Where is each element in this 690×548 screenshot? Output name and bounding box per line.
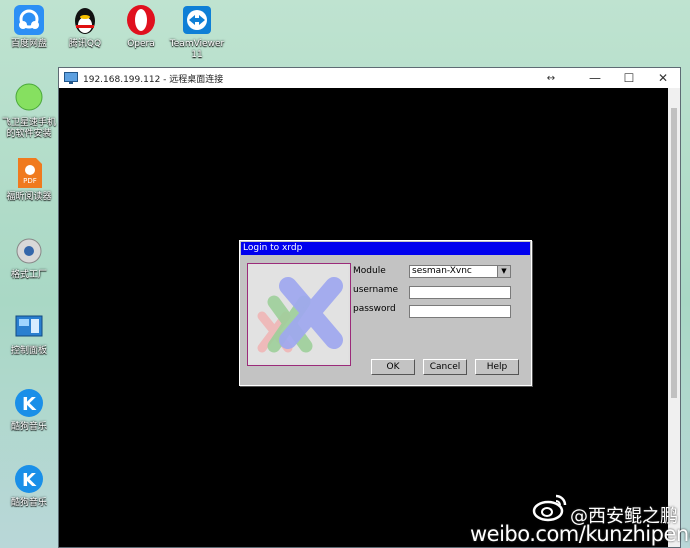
desktop-icon-label: 腾讯QQ (68, 39, 102, 49)
scrollbar-thumb[interactable] (671, 108, 677, 398)
desktop-icon-app-installer[interactable]: 飞卫星速手机的软件安装 (0, 82, 58, 140)
green-circle-icon (12, 82, 46, 116)
desktop-icon-kugou[interactable]: K 酷狗音乐 (0, 386, 58, 433)
password-label: password (353, 304, 396, 314)
vertical-scrollbar[interactable] (668, 88, 680, 547)
desktop-icon-label: Opera (127, 39, 155, 49)
weibo-logo-icon (532, 494, 567, 522)
desktop-icon-control-panel[interactable]: 控制面板 (0, 310, 58, 357)
baidu-cloud-icon (12, 3, 46, 37)
weibo-url: weibo.com/kunzhipeng (470, 522, 690, 546)
help-button[interactable]: Help (475, 359, 519, 375)
username-input[interactable] (409, 286, 511, 299)
desktop-icon-qq[interactable]: 腾讯QQ (56, 3, 114, 50)
kugou-icon: K (12, 462, 46, 496)
close-button[interactable]: ✕ (646, 68, 680, 88)
pdf-reader-icon: PDF (12, 156, 46, 190)
desktop-icon-opera[interactable]: Opera (112, 3, 170, 50)
maximize-button[interactable]: ☐ (612, 68, 646, 88)
desktop-icon-label: 酷狗音乐 (10, 422, 47, 432)
desktop-icon-teamviewer[interactable]: TeamViewer 11 (168, 3, 226, 61)
desktop-icon-kugou-2[interactable]: K 酷狗音乐 (0, 462, 58, 509)
dialog-titlebar: Login to xrdp (241, 242, 530, 255)
svg-text:K: K (22, 470, 37, 491)
desktop-icon-baidu-netdisk[interactable]: 百度网盘 (0, 3, 58, 50)
weibo-watermark: @西安鲲之鹏 weibo.com/kunzhipeng (470, 494, 690, 548)
opera-icon (124, 3, 158, 37)
username-label: username (353, 285, 398, 295)
desktop-icon-label: 百度网盘 (10, 39, 47, 49)
xrdp-logo (247, 263, 351, 366)
format-factory-icon (12, 234, 46, 268)
kugou-icon: K (12, 386, 46, 420)
teamviewer-icon (180, 3, 214, 37)
desktop-icon-label: TeamViewer 11 (169, 39, 225, 60)
module-label: Module (353, 266, 386, 276)
minimize-button[interactable]: — (578, 68, 612, 88)
window-titlebar[interactable]: 192.168.199.112 - 远程桌面连接 ↔ — ☐ ✕ (59, 68, 680, 88)
qq-penguin-icon (68, 3, 102, 37)
ok-button[interactable]: OK (371, 359, 415, 375)
desktop-icon-format-factory[interactable]: 格式工厂 (0, 234, 58, 281)
remote-desktop-window[interactable]: 192.168.199.112 - 远程桌面连接 ↔ — ☐ ✕ Login t… (58, 67, 681, 548)
desktop-icon-label: 飞卫星速手机的软件安装 (1, 118, 56, 139)
password-input[interactable] (409, 305, 511, 318)
chevron-down-icon[interactable]: ▼ (497, 266, 510, 277)
desktop-icon-label: 酷狗音乐 (10, 498, 47, 508)
svg-text:PDF: PDF (23, 177, 37, 185)
desktop-icon-label: 控制面板 (10, 346, 47, 356)
module-select[interactable]: sesman-Xvnc ▼ (409, 265, 511, 278)
desktop-icon-foxit-reader[interactable]: PDF 福昕阅读器 (0, 156, 58, 203)
xrdp-login-dialog: Login to xrdp Module sesman-Xvnc ▼ usern… (239, 240, 532, 386)
cancel-button[interactable]: Cancel (423, 359, 467, 375)
remote-desktop-icon (64, 72, 78, 84)
desktop-icon-label: 格式工厂 (10, 270, 47, 280)
window-title: 192.168.199.112 - 远程桌面连接 (83, 74, 224, 85)
control-panel-icon (12, 310, 46, 344)
resize-icon[interactable]: ↔ (536, 68, 566, 88)
svg-text:K: K (22, 394, 37, 415)
xrdp-logo-icon (248, 264, 348, 363)
desktop-icon-label: 福昕阅读器 (6, 192, 52, 202)
module-value: sesman-Xvnc (412, 266, 472, 276)
